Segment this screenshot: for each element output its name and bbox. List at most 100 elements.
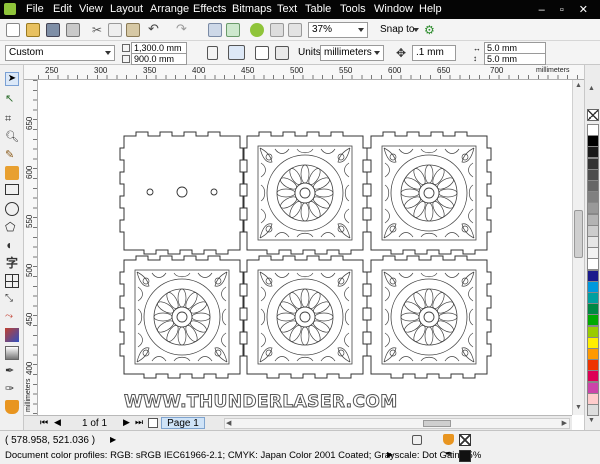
color-swatch[interactable] bbox=[587, 224, 599, 237]
open-folder-icon[interactable] bbox=[26, 23, 40, 37]
color-swatch[interactable] bbox=[587, 370, 599, 383]
horizontal-scrollbar[interactable]: ◀ ▶ bbox=[224, 418, 570, 429]
connector-tool-icon[interactable]: ⤳ bbox=[5, 310, 19, 324]
color-swatch[interactable] bbox=[587, 168, 599, 181]
menu-file[interactable]: File bbox=[26, 3, 44, 15]
text-tool-icon[interactable]: 字 bbox=[5, 256, 19, 270]
palette-scroll-down-icon[interactable]: ▼ bbox=[588, 417, 595, 424]
menu-edit[interactable]: Edit bbox=[53, 3, 72, 15]
transparency-tool-icon[interactable] bbox=[5, 346, 19, 360]
vertical-scrollbar[interactable]: ▲ ▼ bbox=[572, 80, 584, 415]
color-swatch[interactable] bbox=[587, 180, 599, 192]
color-swatch[interactable] bbox=[587, 359, 599, 372]
window-controls[interactable]: – ▫ ✕ bbox=[539, 3, 594, 16]
color-swatch[interactable] bbox=[587, 303, 599, 316]
hscroll-thumb[interactable] bbox=[423, 420, 451, 427]
outline-color-swatch[interactable] bbox=[459, 450, 471, 462]
redo-icon[interactable]: ↷ bbox=[176, 22, 190, 36]
color-swatch[interactable] bbox=[587, 381, 599, 394]
color-eyedropper-icon[interactable] bbox=[412, 435, 422, 445]
outline-tool-icon[interactable]: ✑ bbox=[5, 382, 19, 396]
corel-online-icon[interactable] bbox=[288, 23, 302, 37]
color-swatch[interactable] bbox=[587, 336, 599, 349]
table-tool-icon[interactable] bbox=[5, 274, 19, 288]
chevron-down-icon[interactable] bbox=[413, 28, 419, 32]
color-profiles-text[interactable]: Document color profiles: RGB: sRGB IEC61… bbox=[5, 450, 481, 461]
app-icon[interactable] bbox=[4, 3, 16, 15]
add-page-icon[interactable] bbox=[148, 418, 158, 428]
color-swatch[interactable] bbox=[587, 292, 599, 304]
first-page-icon[interactable]: ⏮ bbox=[40, 417, 48, 428]
color-swatch[interactable] bbox=[587, 392, 599, 405]
nudge-distance-field[interactable]: .1 mm bbox=[412, 45, 456, 61]
pick-tool-icon[interactable]: ➤ bbox=[5, 72, 19, 86]
portrait-icon[interactable] bbox=[207, 46, 218, 60]
new-document-icon[interactable] bbox=[6, 23, 20, 37]
scroll-up-icon[interactable]: ▲ bbox=[575, 82, 582, 89]
ellipse-tool-icon[interactable] bbox=[5, 202, 19, 216]
menu-effects[interactable]: Effects bbox=[193, 3, 226, 15]
export-icon[interactable] bbox=[226, 23, 240, 37]
play-icon[interactable]: ▶ bbox=[387, 450, 393, 459]
landscape-icon[interactable] bbox=[228, 45, 245, 60]
menu-tools[interactable]: Tools bbox=[340, 3, 366, 15]
color-swatch[interactable] bbox=[587, 314, 599, 327]
smart-fill-tool-icon[interactable] bbox=[5, 166, 19, 180]
next-page-icon[interactable]: ▶ bbox=[123, 417, 130, 428]
page-tab[interactable]: Page 1 bbox=[161, 417, 205, 429]
menu-view[interactable]: View bbox=[79, 3, 103, 15]
vertical-ruler[interactable]: 650 600 550 500 450 400 millimeters bbox=[24, 80, 38, 415]
menu-help[interactable]: Help bbox=[419, 3, 442, 15]
basic-shapes-tool-icon[interactable]: ◖ bbox=[5, 238, 19, 252]
color-swatch[interactable] bbox=[587, 124, 599, 136]
snap-to-dropdown[interactable]: Snap to bbox=[380, 24, 414, 35]
prev-page-icon[interactable]: ◀ bbox=[54, 417, 61, 428]
no-fill-swatch[interactable] bbox=[459, 434, 471, 446]
duplicate-distance-y-field[interactable]: 5.0 mm bbox=[484, 53, 546, 65]
scroll-left-icon[interactable]: ◀ bbox=[226, 419, 231, 427]
color-swatch[interactable] bbox=[587, 348, 599, 360]
shape-tool-icon[interactable]: ↖ bbox=[5, 92, 19, 106]
page-height-field[interactable]: 900.0 mm bbox=[131, 53, 187, 65]
menu-arrange[interactable]: Arrange bbox=[150, 3, 189, 15]
undo-icon[interactable]: ↶ bbox=[148, 22, 162, 36]
units-select[interactable]: millimeters bbox=[320, 45, 384, 61]
drawing-canvas[interactable]: WWW.THUNDERLASER.COM bbox=[38, 80, 572, 415]
play-icon[interactable]: ▶ bbox=[110, 435, 116, 444]
color-swatch[interactable] bbox=[587, 280, 599, 293]
color-swatch[interactable] bbox=[587, 247, 599, 260]
color-swatch[interactable] bbox=[587, 325, 599, 338]
horizontal-ruler[interactable]: 250 300 350 400 450 500 550 600 650 700 … bbox=[24, 65, 584, 80]
color-swatch[interactable] bbox=[587, 202, 599, 215]
palette-scroll-up-icon[interactable]: ▲ bbox=[588, 85, 595, 92]
eyedropper-tool-icon[interactable]: ✒ bbox=[5, 364, 19, 378]
zoom-level-select[interactable]: 37% bbox=[308, 22, 368, 38]
scroll-right-icon[interactable]: ▶ bbox=[562, 419, 567, 427]
save-icon[interactable] bbox=[46, 23, 60, 37]
scroll-down-icon[interactable]: ▼ bbox=[575, 404, 582, 411]
menu-text[interactable]: Text bbox=[277, 3, 297, 15]
menu-layout[interactable]: Layout bbox=[110, 3, 143, 15]
fill-tool-icon[interactable] bbox=[5, 400, 19, 414]
menu-bitmaps[interactable]: Bitmaps bbox=[232, 3, 272, 15]
options-icon[interactable]: ⚙ bbox=[424, 23, 438, 37]
cut-icon[interactable]: ✂ bbox=[90, 23, 104, 37]
paste-icon[interactable] bbox=[126, 23, 140, 37]
print-icon[interactable] bbox=[66, 23, 80, 37]
color-swatch[interactable] bbox=[587, 146, 599, 159]
rectangle-tool-icon[interactable] bbox=[5, 184, 19, 195]
blend-tool-icon[interactable] bbox=[5, 328, 19, 342]
no-color-swatch[interactable] bbox=[587, 109, 599, 121]
dimension-tool-icon[interactable]: ⤡ bbox=[5, 292, 19, 306]
polygon-tool-icon[interactable]: ⬠ bbox=[5, 220, 19, 234]
color-swatch[interactable] bbox=[587, 157, 599, 170]
color-swatch[interactable] bbox=[587, 135, 599, 148]
copy-icon[interactable] bbox=[108, 23, 122, 37]
import-icon[interactable] bbox=[208, 23, 222, 37]
all-pages-icon[interactable] bbox=[255, 46, 269, 60]
color-swatch[interactable] bbox=[587, 258, 599, 271]
color-swatch[interactable] bbox=[587, 191, 599, 204]
page-preset-select[interactable]: Custom bbox=[5, 45, 115, 61]
welcome-icon[interactable] bbox=[270, 23, 284, 37]
menu-table[interactable]: Table bbox=[305, 3, 331, 15]
